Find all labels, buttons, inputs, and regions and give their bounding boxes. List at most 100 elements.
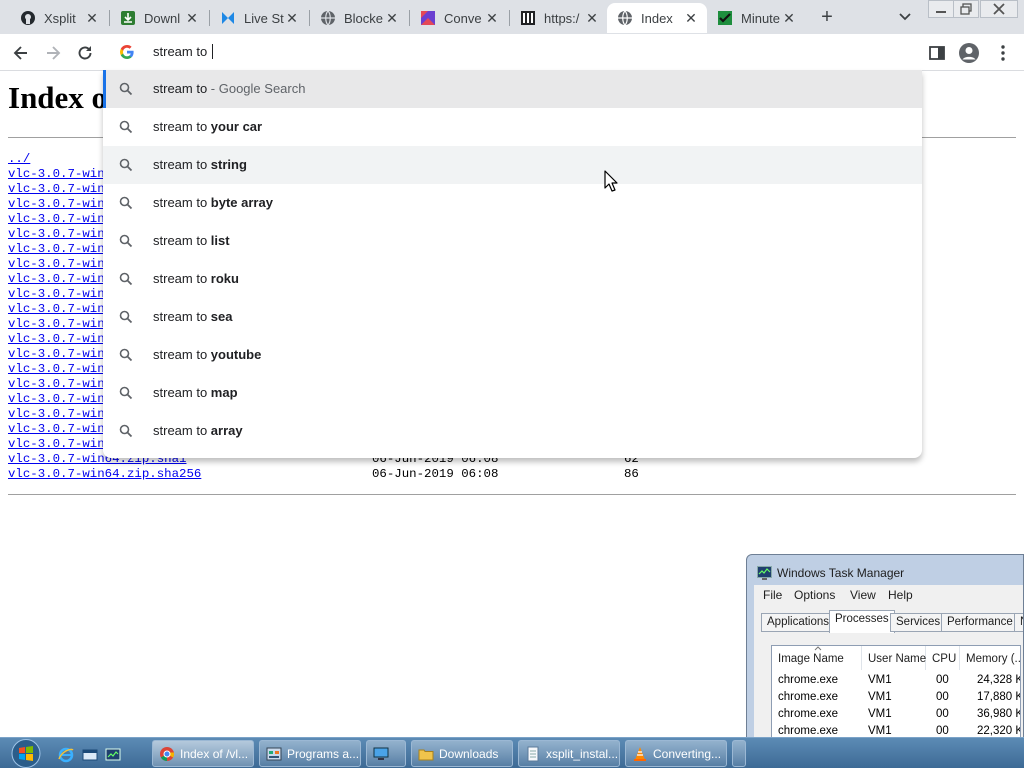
suggestion-item[interactable]: stream to map bbox=[103, 374, 922, 412]
taskbar-item-overflow[interactable] bbox=[732, 740, 746, 767]
suggestion-item[interactable]: stream to roku bbox=[103, 260, 922, 298]
suggestion-item[interactable]: stream to string bbox=[103, 146, 922, 184]
file-link[interactable]: vlc-3.0.7-win bbox=[8, 437, 105, 451]
tab-live-stream[interactable]: Live St ✕ bbox=[210, 3, 308, 33]
task-manager-window[interactable]: Windows Task Manager File Options View H… bbox=[746, 554, 1024, 768]
close-icon[interactable]: ✕ bbox=[683, 10, 699, 26]
col-cpu[interactable]: CPU bbox=[926, 646, 960, 670]
taskbar-item-downloads[interactable]: Downloads bbox=[411, 740, 513, 767]
globe-icon bbox=[617, 10, 633, 26]
process-row[interactable]: chrome.exe VM1 00 24,328 K bbox=[772, 672, 1020, 689]
file-link[interactable]: vlc-3.0.7-win bbox=[8, 392, 105, 406]
menu-view[interactable]: View bbox=[850, 588, 876, 602]
taskbar-item-label: xsplit_instal... bbox=[546, 746, 619, 761]
forward-button[interactable] bbox=[40, 40, 66, 66]
close-window-button[interactable] bbox=[980, 0, 1018, 18]
file-link[interactable]: vlc-3.0.7-win bbox=[8, 182, 105, 196]
file-link[interactable]: ../ bbox=[8, 152, 30, 166]
close-icon[interactable]: ✕ bbox=[781, 10, 797, 26]
divider bbox=[8, 494, 1016, 495]
task-manager-menubar: File Options View Help bbox=[754, 585, 1023, 605]
col-memory[interactable]: Memory (... bbox=[960, 646, 1020, 670]
file-link[interactable]: vlc-3.0.7-win bbox=[8, 197, 105, 211]
suggestion-item[interactable]: stream to list bbox=[103, 222, 922, 260]
close-icon[interactable]: ✕ bbox=[384, 10, 400, 26]
suggestion-prefix: stream to bbox=[153, 347, 211, 362]
menu-file[interactable]: File bbox=[763, 588, 782, 602]
chrome-icon bbox=[159, 746, 175, 762]
taskbar-item-notepad[interactable]: xsplit_instal... bbox=[518, 740, 620, 767]
file-link[interactable]: vlc-3.0.7-win bbox=[8, 317, 105, 331]
close-icon[interactable]: ✕ bbox=[484, 10, 500, 26]
taskbar-item-vlc[interactable]: Converting... bbox=[625, 740, 727, 767]
file-link[interactable]: vlc-3.0.7-win bbox=[8, 422, 105, 436]
close-icon[interactable]: ✕ bbox=[584, 10, 600, 26]
tm-tab-performance[interactable]: Performance bbox=[941, 613, 1019, 632]
ie-icon[interactable] bbox=[58, 747, 74, 763]
address-bar-input[interactable]: stream to bbox=[153, 44, 213, 59]
suggestion-prefix: stream to bbox=[153, 385, 211, 400]
close-icon[interactable]: ✕ bbox=[284, 10, 300, 26]
file-link[interactable]: vlc-3.0.7-win bbox=[8, 302, 105, 316]
minimize-window-button[interactable] bbox=[928, 0, 954, 18]
chevron-down-icon[interactable] bbox=[895, 8, 915, 26]
suggestion-item[interactable]: stream to - Google Search bbox=[103, 70, 922, 108]
taskbar-item-programs[interactable]: Programs a... bbox=[259, 740, 361, 767]
tab-xsplit[interactable]: Xsplit ✕ bbox=[10, 3, 108, 33]
file-link[interactable]: vlc-3.0.7-win bbox=[8, 272, 105, 286]
suggestion-item[interactable]: stream to sea bbox=[103, 298, 922, 336]
menu-help[interactable]: Help bbox=[888, 588, 913, 602]
tm-tab-processes[interactable]: Processes bbox=[829, 610, 895, 633]
file-link[interactable]: vlc-3.0.7-win bbox=[8, 362, 105, 376]
close-icon[interactable]: ✕ bbox=[184, 10, 200, 26]
tab-https[interactable]: https:/ ✕ bbox=[510, 3, 608, 33]
col-user-name[interactable]: User Name bbox=[862, 646, 926, 670]
file-link[interactable]: vlc-3.0.7-win bbox=[8, 167, 105, 181]
side-panel-button[interactable] bbox=[924, 40, 950, 66]
start-button[interactable] bbox=[8, 738, 44, 768]
menu-options[interactable]: Options bbox=[794, 588, 835, 602]
file-link[interactable]: vlc-3.0.7-win bbox=[8, 332, 105, 346]
tm-tab-networking[interactable]: N bbox=[1014, 613, 1023, 632]
process-row[interactable]: chrome.exe VM1 00 17,880 K bbox=[772, 689, 1020, 706]
process-row[interactable]: chrome.exe VM1 00 36,980 K bbox=[772, 706, 1020, 723]
file-link[interactable]: vlc-3.0.7-win bbox=[8, 227, 105, 241]
file-link[interactable]: vlc-3.0.7-win bbox=[8, 347, 105, 361]
tm-tab-services[interactable]: Services bbox=[890, 613, 947, 632]
task-manager-icon[interactable] bbox=[105, 747, 121, 763]
profile-button[interactable] bbox=[956, 40, 982, 66]
tm-tab-applications[interactable]: Applications bbox=[761, 613, 836, 632]
new-tab-button[interactable]: + bbox=[816, 6, 838, 28]
file-link[interactable]: vlc-3.0.7-win bbox=[8, 212, 105, 226]
notepad-icon bbox=[525, 746, 541, 762]
back-button[interactable] bbox=[8, 40, 34, 66]
tab-downloads[interactable]: Downl ✕ bbox=[110, 3, 208, 33]
menu-button[interactable] bbox=[990, 40, 1016, 66]
reload-button[interactable] bbox=[72, 40, 98, 66]
sort-ascending-icon bbox=[814, 646, 822, 651]
tab-convert[interactable]: Conve ✕ bbox=[410, 3, 508, 33]
selection-indicator bbox=[103, 70, 106, 108]
suggestion-item[interactable]: stream to your car bbox=[103, 108, 922, 146]
file-link[interactable]: vlc-3.0.7-win bbox=[8, 242, 105, 256]
search-icon bbox=[119, 120, 133, 134]
suggestion-item[interactable]: stream to byte array bbox=[103, 184, 922, 222]
restore-window-button[interactable] bbox=[953, 0, 979, 18]
suggestion-item[interactable]: stream to array bbox=[103, 412, 922, 450]
search-icon bbox=[119, 310, 133, 324]
tab-blocked[interactable]: Blocke ✕ bbox=[310, 3, 408, 33]
taskbar-item-chrome[interactable]: Index of /vl... bbox=[152, 740, 254, 767]
file-link[interactable]: vlc-3.0.7-win64.zip.sha256 bbox=[8, 467, 201, 481]
tab-index-active[interactable]: Index ✕ bbox=[607, 3, 707, 33]
suggestion-item[interactable]: stream to youtube bbox=[103, 336, 922, 374]
search-icon bbox=[119, 386, 133, 400]
file-link[interactable]: vlc-3.0.7-win bbox=[8, 377, 105, 391]
file-link[interactable]: vlc-3.0.7-win bbox=[8, 257, 105, 271]
file-link[interactable]: vlc-3.0.7-win bbox=[8, 407, 105, 421]
taskbar-item-monitor[interactable] bbox=[366, 740, 406, 767]
file-link[interactable]: vlc-3.0.7-win bbox=[8, 287, 105, 301]
explorer-icon[interactable] bbox=[82, 747, 98, 763]
close-icon[interactable]: ✕ bbox=[84, 10, 100, 26]
address-bar[interactable]: stream to bbox=[103, 34, 923, 70]
tab-minute[interactable]: Minute ✕ bbox=[707, 3, 805, 33]
